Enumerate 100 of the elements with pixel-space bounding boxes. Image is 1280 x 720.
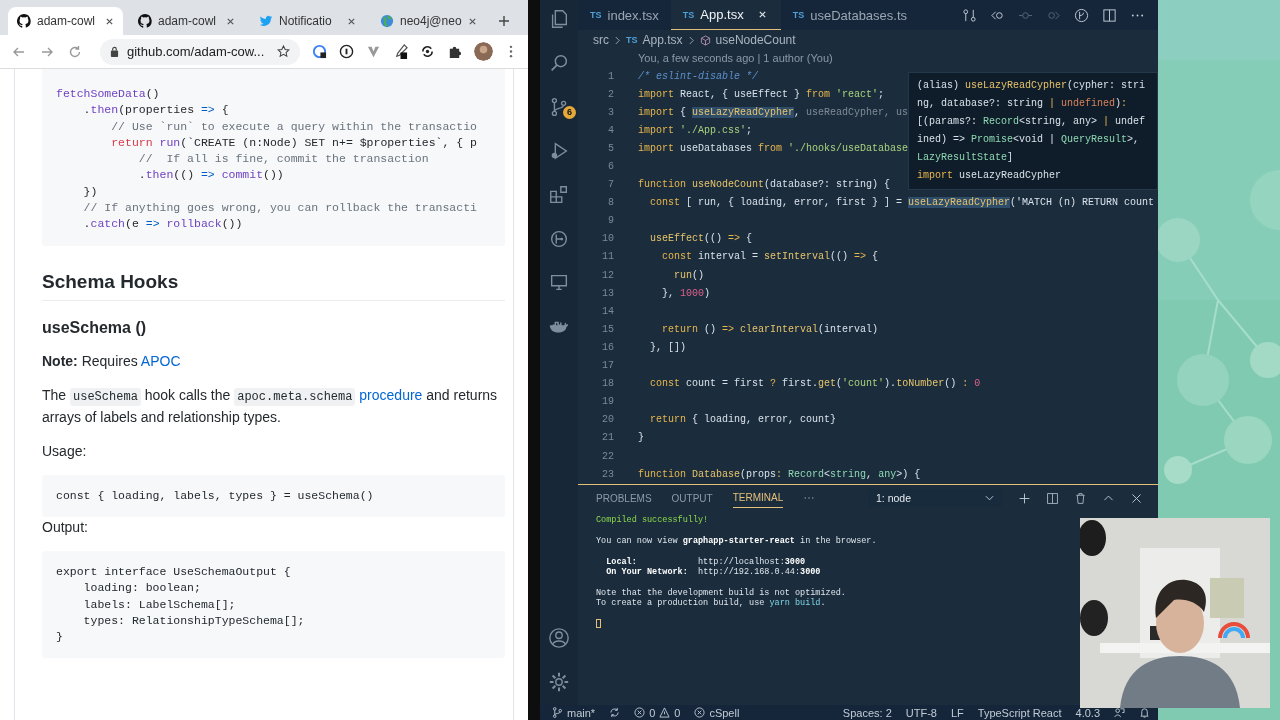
status-item[interactable]: LF [950, 706, 964, 719]
sync-icon[interactable] [609, 707, 621, 718]
status-item[interactable]: UTF-8 [905, 706, 937, 719]
search-icon[interactable] [548, 52, 570, 74]
sync-icon[interactable] [420, 44, 435, 59]
line-number: 4 [607, 124, 614, 136]
panel-tab[interactable]: PROBLEMS [596, 488, 652, 508]
plus-icon[interactable] [1018, 491, 1031, 505]
code-line: const [ run, { loading, error, first } ] = useLazyReadCypher('MATCH (n) RETURN count [649, 197, 1155, 209]
line-number: 6 [607, 161, 614, 172]
line-number: 16 [601, 341, 614, 353]
tooltip-line: ng, database?: string | undefined): [917, 97, 1129, 111]
line-number: 22 [601, 450, 614, 462]
breadcrumb-item[interactable]: App.tsx [642, 33, 683, 47]
problems-status[interactable]: 0 0 [634, 706, 681, 719]
link[interactable]: APOC [140, 352, 181, 369]
extensions-icon[interactable] [447, 44, 462, 59]
code-line: run() [673, 269, 705, 281]
usage-label: Usage: [42, 441, 88, 461]
code-line: import React, { useEffect } from 'react'; [638, 88, 885, 100]
address-bar[interactable]: github.com/adam-cow... [100, 38, 300, 65]
star-icon[interactable] [277, 45, 290, 58]
code-line: function Database(props: Record<string, any>) { [638, 468, 921, 480]
info-icon[interactable] [339, 44, 354, 59]
breadcrumb-item[interactable]: src [593, 33, 609, 47]
line-number: 19 [601, 396, 614, 408]
panel-tab[interactable]: OUTPUT [671, 488, 713, 508]
settings-icon[interactable] [548, 671, 570, 693]
tooltip-line: import useLazyReadCypher [917, 169, 1063, 183]
status-item[interactable]: 4.0.3 [1075, 706, 1100, 719]
error-icon [634, 707, 646, 718]
close-icon[interactable] [347, 16, 356, 26]
split-editor-icon[interactable] [1102, 7, 1117, 23]
eyedropper-icon[interactable] [393, 44, 408, 59]
trash-icon[interactable] [1074, 491, 1087, 505]
menu-icon[interactable] [509, 45, 513, 58]
cursor-icon [596, 618, 601, 628]
editor-tab[interactable]: TS App.tsx [670, 0, 781, 30]
line-number: 23 [601, 468, 614, 480]
chevron-logo-icon[interactable] [366, 44, 381, 59]
close-icon[interactable] [468, 16, 477, 26]
line-number: 21 [601, 432, 614, 444]
code-line: }, []) [649, 341, 686, 353]
split-icon[interactable] [1046, 491, 1059, 505]
browser-tab[interactable]: adam-cowl [8, 7, 123, 35]
output-label: Output: [42, 517, 89, 537]
avatar[interactable] [474, 42, 493, 61]
code-line: loading: boolean; [82, 580, 201, 597]
code-line: labels: LabelSchema[]; [82, 596, 236, 613]
browser-tab[interactable]: adam-cowl [129, 7, 244, 35]
close-icon[interactable] [105, 16, 114, 26]
terminal-line: Compiled successfully! [596, 515, 709, 525]
line-number: 7 [607, 179, 614, 191]
code-line: function useNodeCount(database?: string) { [638, 179, 891, 191]
status-item[interactable]: TypeScript React [977, 706, 1062, 719]
bell-icon[interactable] [1139, 707, 1150, 718]
line-number: 12 [601, 269, 614, 281]
link[interactable]: procedure [355, 386, 423, 403]
line-number: 8 [607, 197, 614, 209]
warning-icon [659, 707, 671, 718]
line-number: 15 [601, 323, 614, 335]
code-line: /* eslint-disable */ [638, 70, 759, 82]
browser-tab[interactable]: neo4j@neo [371, 7, 486, 35]
code-line: import './App.css'; [638, 124, 753, 136]
branch-circle-icon[interactable] [1074, 7, 1089, 23]
account-icon[interactable] [548, 627, 570, 649]
code-line: const interval = setInterval(() => { [661, 251, 879, 263]
line-number: 11 [601, 251, 614, 263]
code-line: }) [82, 183, 98, 200]
panel-tab[interactable]: TERMINAL [732, 488, 784, 508]
graph-icon[interactable] [548, 228, 570, 250]
code-line: }, 1000) [661, 287, 711, 299]
code-line: .then(() => commit()) [137, 167, 284, 184]
globe-icon [380, 14, 394, 28]
terminal-line: On Your Network: http://192.168.0.44:3000 [605, 566, 821, 577]
feedback-icon[interactable] [1114, 707, 1125, 718]
cube-icon [699, 34, 711, 46]
close-icon[interactable] [1130, 491, 1143, 505]
close-icon[interactable] [226, 16, 235, 26]
code-line: .then(properties => { [82, 102, 229, 119]
breadcrumb-item[interactable]: useNodeCount [715, 33, 796, 47]
new-tab-icon[interactable] [498, 15, 510, 27]
chevron-icon [614, 35, 621, 45]
file-type-label: TS [590, 10, 602, 20]
tooltip-line: ined) => Promise<void | QueryResult>, [917, 133, 1141, 147]
note-text: Note: Requires APOC [42, 351, 182, 371]
code-line: import useDatabases from './hooks/useDatabase [638, 142, 909, 154]
spell-status[interactable]: cSpell [694, 706, 740, 719]
reload-icon[interactable] [68, 44, 82, 59]
status-item[interactable]: Spaces: 2 [842, 706, 892, 719]
line-number: 17 [601, 360, 614, 372]
bird-icon [259, 14, 273, 28]
browser-tab[interactable]: Notificatio [250, 7, 365, 35]
line-number: 13 [601, 287, 614, 299]
line-number: 2 [607, 88, 614, 100]
branch-status[interactable]: main* [552, 706, 596, 719]
compare-icon[interactable] [962, 7, 977, 23]
code-line: // If anything goes wrong, you can rollback the transacti [82, 200, 477, 217]
code-line: import { useLazyReadCypher, useReadCypher, us [638, 106, 909, 118]
subsection-heading: useSchema () [42, 318, 148, 337]
